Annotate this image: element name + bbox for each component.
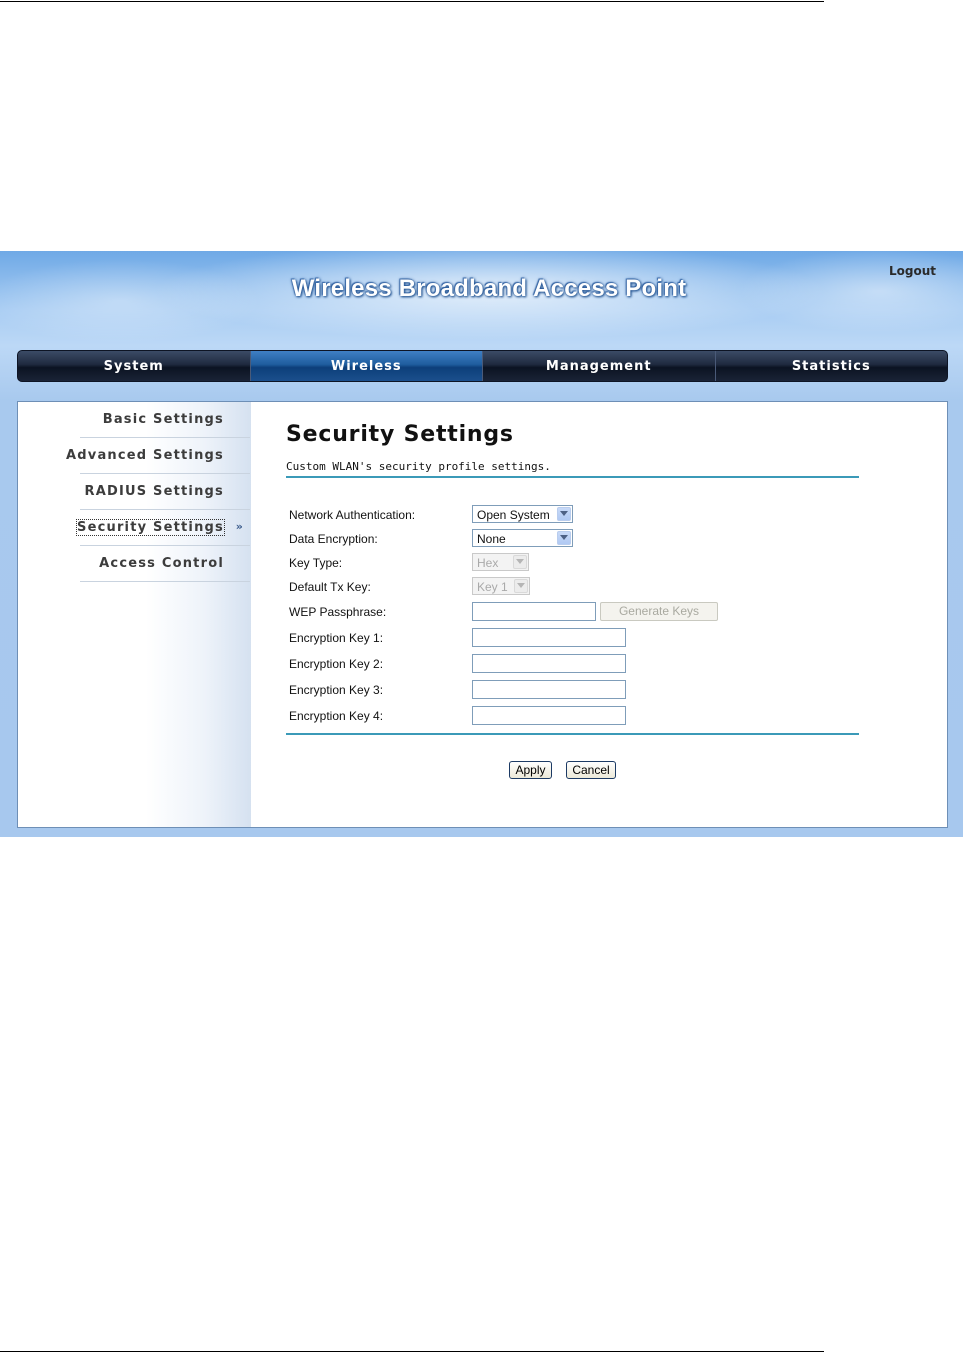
encryption-key-1-input[interactable] — [472, 628, 626, 647]
section-divider-bottom — [286, 733, 859, 735]
generate-keys-button[interactable]: Generate Keys — [600, 602, 718, 621]
default-tx-key-select[interactable]: Key 1 — [472, 577, 530, 595]
sidebar-item-basic-settings[interactable]: Basic Settings — [80, 402, 250, 438]
sidebar: Basic Settings Advanced Settings RADIUS … — [18, 402, 251, 827]
logout-link[interactable]: Logout — [889, 264, 936, 278]
content-panel: Basic Settings Advanced Settings RADIUS … — [17, 401, 948, 828]
network-authentication-label: Network Authentication: — [289, 508, 416, 522]
page-bottom-rule — [0, 1351, 824, 1352]
apply-button[interactable]: Apply — [509, 761, 552, 779]
sidebar-item-advanced-settings[interactable]: Advanced Settings — [66, 438, 250, 474]
encryption-key-4-label: Encryption Key 4: — [289, 709, 384, 723]
key-type-value: Hex — [477, 556, 499, 570]
main-content: Security Settings Custom WLAN's security… — [286, 402, 866, 827]
encryption-key-2-label: Encryption Key 2: — [289, 657, 384, 671]
tab-management[interactable]: Management — [483, 351, 716, 381]
tab-statistics[interactable]: Statistics — [716, 351, 948, 381]
key-type-label: Key Type: — [289, 556, 343, 570]
sidebar-item-label: Advanced Settings — [66, 448, 224, 463]
chevron-down-icon — [513, 555, 527, 569]
data-encryption-select[interactable]: None — [472, 529, 573, 547]
main-nav: System Wireless Management Statistics — [17, 350, 948, 382]
tab-wireless[interactable]: Wireless — [250, 351, 483, 381]
chevron-down-icon — [557, 507, 571, 521]
encryption-key-1-label: Encryption Key 1: — [289, 631, 384, 645]
page-description: Custom WLAN's security profile settings. — [286, 460, 551, 473]
tab-system[interactable]: System — [18, 351, 251, 381]
wep-passphrase-label: WEP Passphrase: — [289, 605, 387, 619]
encryption-key-4-input[interactable] — [472, 706, 626, 725]
app-title: Wireless Broadband Access Point — [291, 275, 687, 302]
double-chevron-right-icon: » — [235, 520, 244, 533]
sidebar-item-access-control[interactable]: Access Control — [80, 546, 250, 582]
sidebar-item-label: Basic Settings — [102, 412, 224, 427]
sidebar-item-label: RADIUS Settings — [84, 484, 224, 499]
default-tx-key-label: Default Tx Key: — [289, 580, 371, 594]
sidebar-item-label: Access Control — [99, 556, 224, 571]
sidebar-item-radius-settings[interactable]: RADIUS Settings — [80, 474, 250, 510]
data-encryption-value: None — [477, 532, 506, 546]
encryption-key-3-label: Encryption Key 3: — [289, 683, 384, 697]
wep-passphrase-input[interactable] — [472, 602, 596, 621]
sidebar-item-label: Security Settings — [76, 519, 225, 536]
section-divider-top — [286, 476, 859, 478]
page-top-rule — [0, 1, 824, 2]
sidebar-item-security-settings[interactable]: Security Settings » — [76, 510, 250, 546]
encryption-key-2-input[interactable] — [472, 654, 626, 673]
network-authentication-value: Open System — [477, 508, 550, 522]
chevron-down-icon — [557, 531, 571, 545]
data-encryption-label: Data Encryption: — [289, 532, 378, 546]
default-tx-key-value: Key 1 — [477, 580, 508, 594]
network-authentication-select[interactable]: Open System — [472, 505, 573, 523]
chevron-down-icon — [514, 579, 528, 593]
encryption-key-3-input[interactable] — [472, 680, 626, 699]
cancel-button[interactable]: Cancel — [566, 761, 616, 779]
key-type-select[interactable]: Hex — [472, 553, 529, 571]
screenshot-window: Wireless Broadband Access Point Logout S… — [0, 251, 963, 837]
page-title: Security Settings — [286, 422, 514, 447]
